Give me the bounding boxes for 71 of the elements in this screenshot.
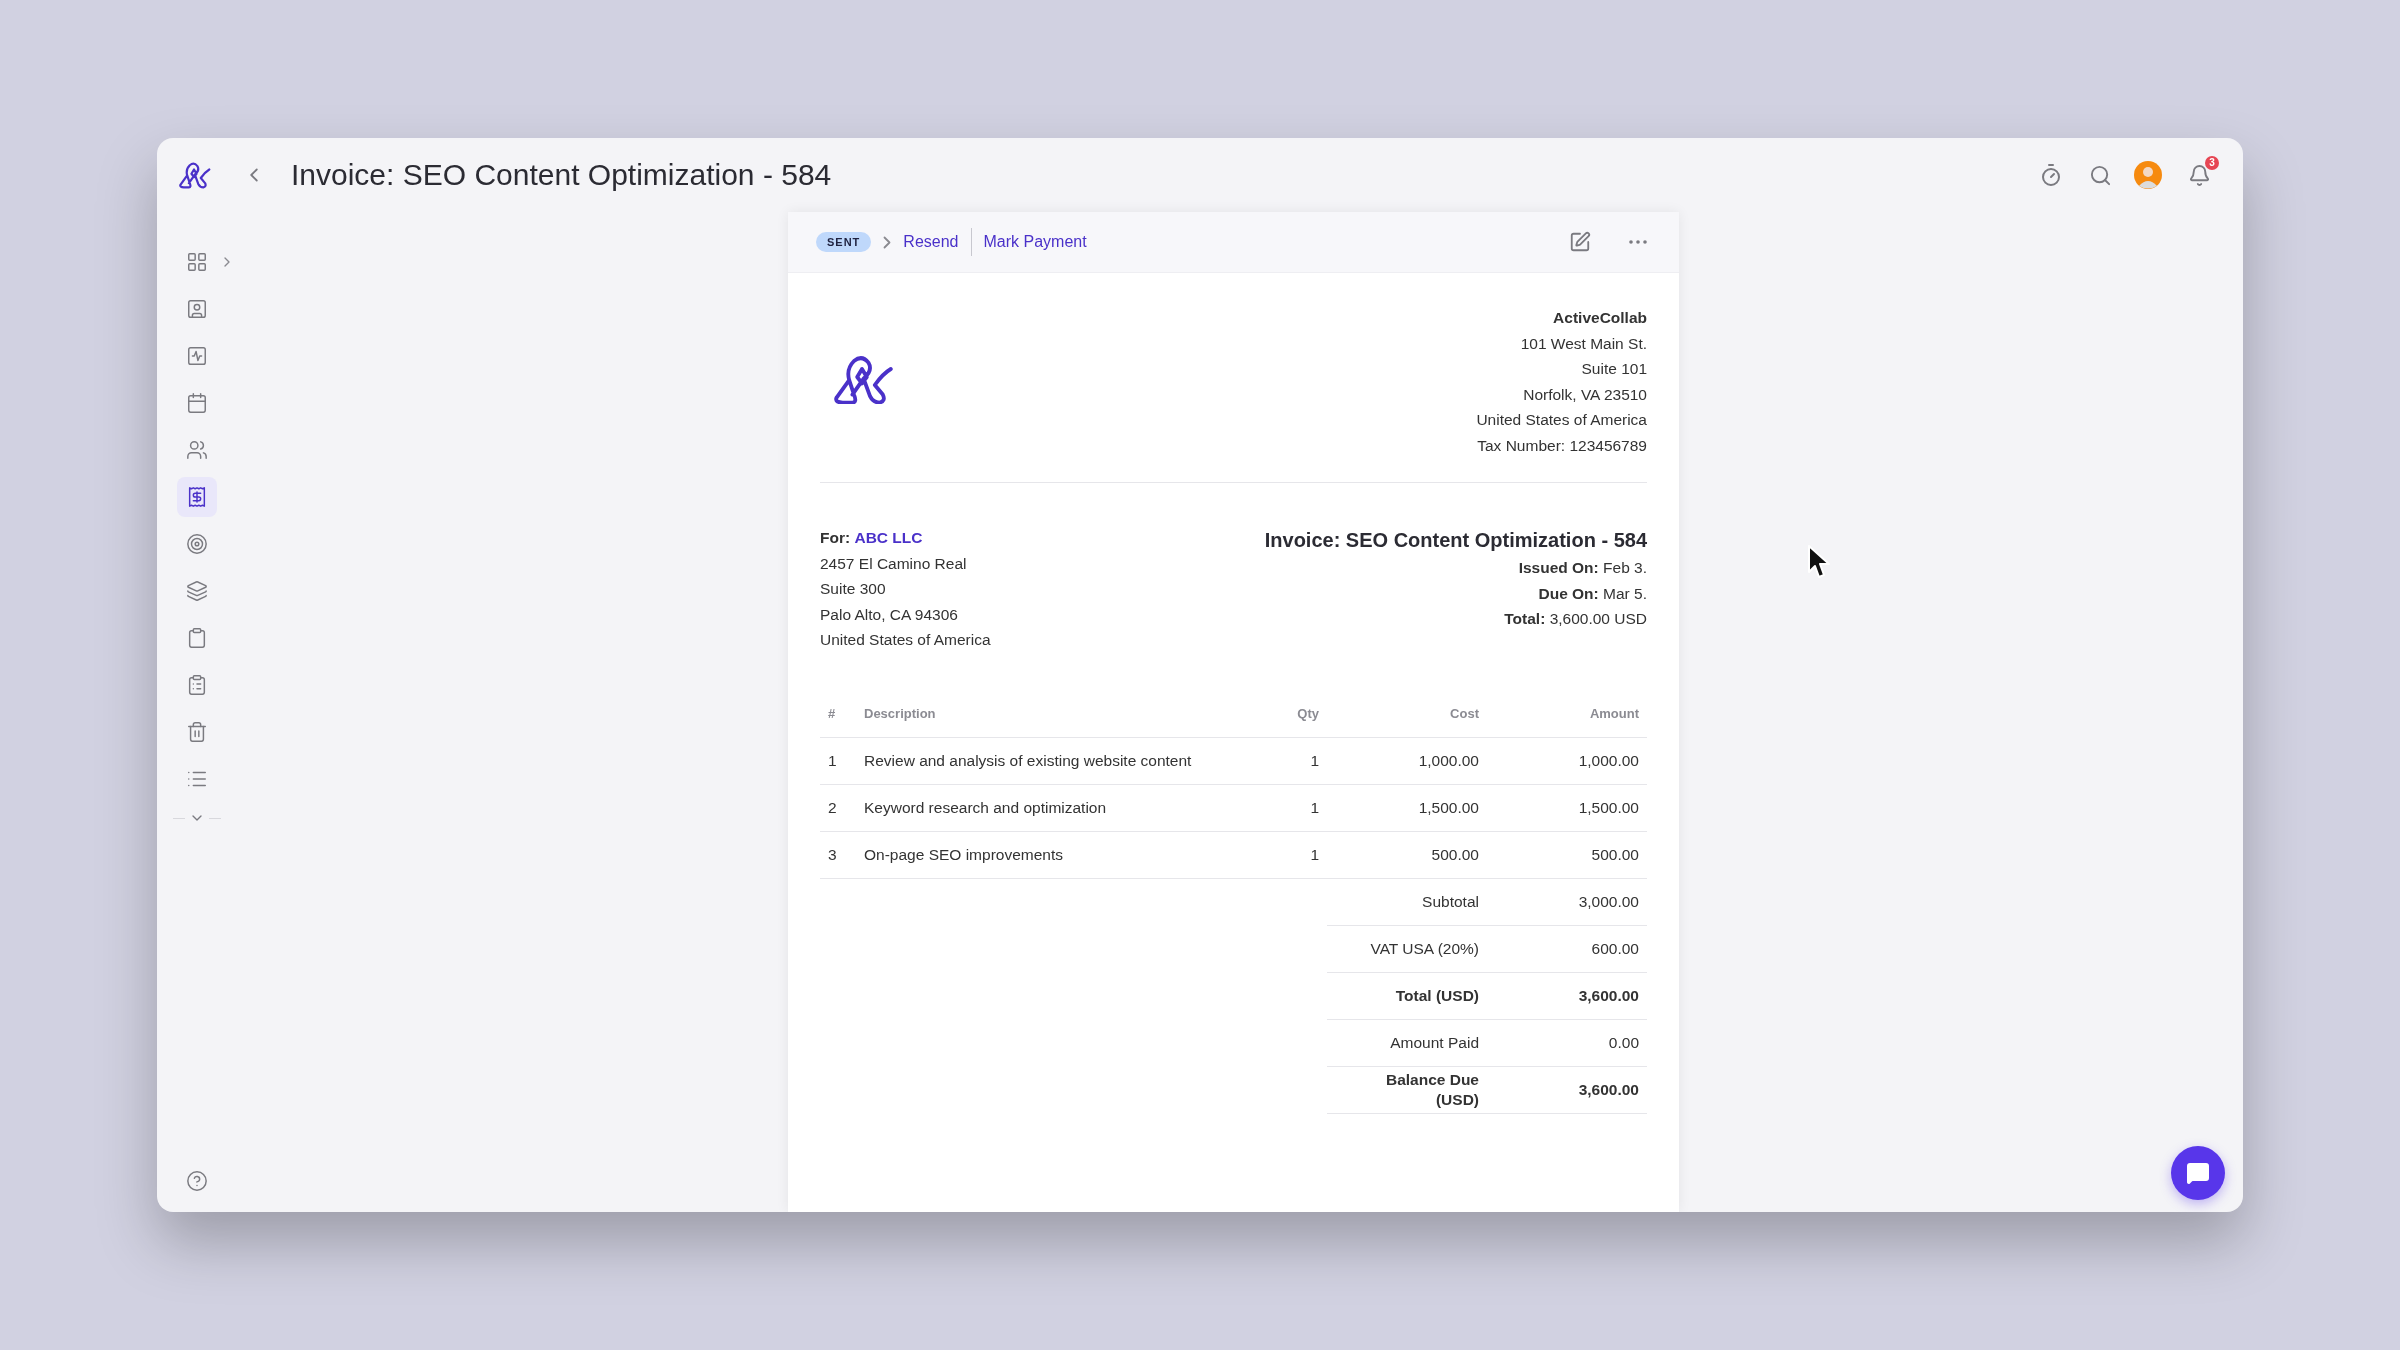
contact-card-icon: [186, 298, 208, 320]
avatar-icon[interactable]: [2134, 161, 2162, 189]
trash-icon: [186, 721, 208, 743]
table-cell: Keyword research and optimization: [856, 784, 1237, 832]
total-label: Subtotal: [1327, 878, 1487, 926]
client-line: For: ABC LLC: [820, 528, 923, 548]
total-value: 3,600.00: [1487, 972, 1647, 1020]
table-cell: 1: [820, 737, 856, 785]
action-link[interactable]: Mark Payment: [983, 233, 1087, 251]
total-value: 3,000.00: [1487, 878, 1647, 926]
table-cell: 1: [1237, 737, 1327, 785]
grid-icon: [186, 251, 208, 273]
target-icon: [186, 533, 208, 555]
client-address-line: 2457 El Camino Real: [820, 553, 967, 574]
company-address-line: United States of America: [1476, 410, 1647, 430]
sidebar-item[interactable]: [177, 477, 217, 517]
table-cell: 2: [820, 784, 856, 832]
total-label: Amount Paid: [1327, 1019, 1487, 1067]
ellipsis-icon: [1629, 240, 1647, 244]
notification-count: 3: [2205, 155, 2219, 170]
table-cell: 1,500.00: [1487, 784, 1647, 832]
total-value: 0.00: [1487, 1019, 1647, 1067]
chat-button[interactable]: [2171, 1146, 2225, 1200]
logo-icon: [177, 161, 211, 189]
table-cell: 1: [1237, 831, 1327, 879]
company-name: ActiveCollab: [1553, 308, 1647, 328]
company-address-line: Norfolk, VA 23510: [1523, 384, 1647, 405]
chevron-icon: [883, 235, 892, 249]
client-address-line: United States of America: [820, 630, 991, 650]
client-address-line: Suite 300: [820, 579, 886, 599]
activity-icon: [186, 345, 208, 367]
invoice-meta: Issued On: Feb 3.: [1518, 558, 1647, 578]
company-address-line: 101 West Main St.: [1520, 333, 1647, 354]
total-label: Total (USD): [1327, 972, 1487, 1020]
table-cell: Review and analysis of existing website content: [856, 737, 1237, 785]
company-address-line: Tax Number: 123456789: [1477, 435, 1647, 456]
total-label: Balance Due (USD): [1327, 1066, 1487, 1114]
invoice-meta: Due On: Mar 5.: [1538, 583, 1647, 604]
table-cell: 1,500.00: [1327, 784, 1487, 832]
notifications-button[interactable]: 3: [2180, 155, 2219, 195]
clipboard-icon: [186, 627, 208, 649]
layers-icon: [186, 580, 208, 602]
column-header: #: [820, 690, 856, 738]
table-cell: 3: [820, 831, 856, 879]
column-header: Amount: [1487, 690, 1647, 738]
table-cell: On-page SEO improvements: [856, 831, 1237, 879]
invoice-title: Invoice: SEO Content Optimization - 584: [1264, 528, 1647, 553]
clipboard-list-icon: [186, 674, 208, 696]
total-label: VAT USA (20%): [1327, 925, 1487, 973]
total-value: 600.00: [1487, 925, 1647, 973]
column-header: Cost: [1327, 690, 1487, 738]
column-header: Qty: [1237, 690, 1327, 738]
table-cell: 1,000.00: [1327, 737, 1487, 785]
status-badge: SENT: [816, 232, 872, 252]
chat-bubble-icon: [2186, 1161, 2210, 1185]
calendar-icon: [186, 392, 208, 414]
table-cell: 1: [1237, 784, 1327, 832]
bell-icon: [2188, 163, 2211, 187]
people-icon: [186, 439, 208, 461]
table-cell: 500.00: [1487, 831, 1647, 879]
page-title: Invoice: SEO Content Optimization - 584: [291, 158, 832, 192]
column-header: Description: [856, 690, 1237, 738]
invoice-meta: Total: 3,600.00 USD: [1504, 609, 1647, 629]
table-cell: 1,000.00: [1487, 737, 1647, 785]
receipt-icon: [186, 486, 208, 508]
client-address-line: Palo Alto, CA 94306: [820, 604, 958, 625]
cursor-icon: [1807, 544, 1833, 580]
total-value: 3,600.00: [1487, 1066, 1647, 1114]
table-cell: 500.00: [1327, 831, 1487, 879]
action-link[interactable]: Resend: [903, 233, 959, 251]
company-address-line: Suite 101: [1581, 359, 1647, 379]
